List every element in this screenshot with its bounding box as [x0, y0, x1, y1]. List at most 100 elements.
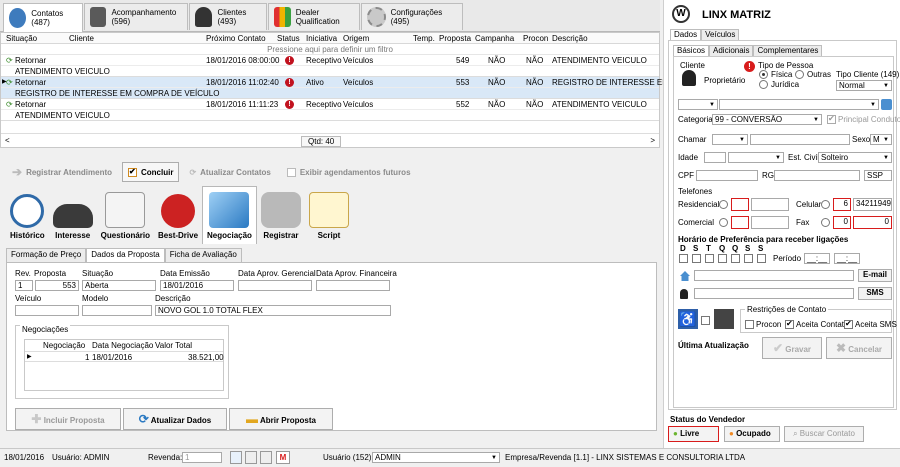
column-header[interactable]: Descrição — [552, 34, 588, 43]
filter-row[interactable]: Pressione aqui para definir um filtro — [1, 44, 659, 55]
cpf-field[interactable] — [696, 170, 758, 181]
gravar-button[interactable]: ✔ Gravar — [762, 337, 822, 359]
registrar-atendimento-button[interactable]: ➔ Registrar Atendimento — [6, 162, 118, 182]
home-icon[interactable] — [230, 451, 242, 464]
cancelar-button[interactable]: ✖ Cancelar — [826, 337, 892, 359]
emissao-field[interactable]: 18/01/2016 — [160, 280, 234, 291]
fax-number-field[interactable]: 0 — [853, 216, 892, 229]
sms-field[interactable] — [694, 288, 854, 299]
fisica-radio[interactable] — [759, 70, 768, 79]
atualizar-contatos-button[interactable]: ⟳ Atualizar Contatos — [183, 162, 276, 182]
residencial-ddd-field[interactable] — [731, 198, 749, 211]
aprov-financeira-field[interactable] — [316, 280, 390, 291]
column-header[interactable]: Procon — [523, 34, 548, 43]
sexo-select[interactable]: M — [870, 134, 892, 145]
juridica-radio[interactable] — [759, 80, 768, 89]
idade-field[interactable] — [704, 152, 726, 163]
tab-negociacao[interactable]: Negociação — [202, 186, 257, 244]
accessibility-checkbox[interactable] — [701, 316, 710, 325]
tab-configuracoes[interactable]: Configurações (495) — [361, 3, 463, 30]
column-header[interactable]: Próximo Contato — [206, 34, 266, 43]
celular-radio[interactable] — [821, 200, 830, 209]
celular-number-field[interactable]: 34211949 — [853, 198, 892, 211]
fax-ddd-field[interactable]: 0 — [833, 216, 851, 229]
tab-dados-proposta[interactable]: Dados da Proposta — [86, 248, 165, 262]
tab-historico[interactable]: Histórico — [6, 186, 49, 244]
tab-basicos[interactable]: Básicos — [673, 45, 710, 56]
celular-ddd-field[interactable]: 6 — [833, 198, 851, 211]
proposta-field[interactable]: 553 — [35, 280, 79, 291]
comercial-ddd-field[interactable] — [731, 216, 749, 229]
incluir-proposta-button[interactable]: ✚ Incluir Proposta — [15, 408, 121, 430]
day-checkbox[interactable] — [731, 254, 740, 263]
procon-checkbox[interactable] — [745, 320, 754, 329]
table-row[interactable]: ▶ ⟳ Retornar 18/01/2016 11:02:40 ! Ativo… — [1, 77, 669, 88]
abrir-proposta-button[interactable]: ▬ Abrir Proposta — [229, 408, 333, 430]
tab-clientes[interactable]: Clientes (493) — [189, 3, 267, 30]
nome-field[interactable] — [750, 134, 850, 145]
exibir-agendamentos-checkbox[interactable]: Exibir agendamentos futuros — [281, 162, 417, 182]
revenda-field[interactable]: 1 — [182, 452, 222, 463]
usuario-select[interactable]: ADMIN — [372, 452, 500, 463]
day-checkbox[interactable] — [757, 254, 766, 263]
monitor-icon[interactable] — [245, 451, 257, 464]
est-civil-select[interactable]: Solteiro — [818, 152, 892, 163]
table-row[interactable]: ⟳ Retornar 18/01/2016 11:11:23 ! Recepti… — [1, 99, 659, 110]
scroll-left-arrow[interactable]: < — [5, 136, 10, 145]
tab-registrar[interactable]: Registrar — [257, 186, 305, 244]
day-checkbox[interactable] — [679, 254, 688, 263]
client-search-select[interactable] — [719, 99, 879, 110]
column-header[interactable]: Proposta — [439, 34, 471, 43]
descricao-field[interactable]: NOVO GOL 1.0 TOTAL FLEX — [155, 305, 391, 316]
column-header[interactable]: Data Negociação — [92, 341, 153, 350]
principal-condutor-checkbox[interactable] — [827, 114, 836, 124]
categoria-select[interactable]: 99 - CONVERSÃO — [712, 114, 822, 125]
sms-button[interactable]: SMS — [858, 287, 892, 300]
residencial-radio[interactable] — [719, 200, 728, 209]
column-header[interactable]: Iniciativa — [306, 34, 337, 43]
modelo-field[interactable] — [82, 305, 152, 316]
outras-radio[interactable] — [795, 70, 804, 79]
aceita-sms-checkbox[interactable] — [844, 319, 853, 329]
comercial-number-field[interactable] — [751, 216, 789, 229]
tab-adicionais[interactable]: Adicionais — [709, 45, 754, 56]
tipo-cliente-select[interactable]: Normal — [836, 80, 892, 91]
tab-complementares[interactable]: Complementares — [753, 45, 823, 56]
mail-icon[interactable]: M — [276, 451, 290, 464]
veiculo-field[interactable] — [15, 305, 79, 316]
column-header[interactable]: Temp. — [413, 34, 435, 43]
tab-questionario[interactable]: Questionário — [97, 186, 154, 244]
tab-veiculos[interactable]: Veículos — [701, 29, 740, 40]
periodo-from-field[interactable]: __:__ — [804, 253, 830, 264]
ocupado-button[interactable]: ● Ocupado — [724, 426, 780, 442]
window-icon[interactable] — [260, 451, 272, 464]
tab-interesse[interactable]: Interesse — [49, 186, 97, 244]
column-header[interactable]: Status — [277, 34, 300, 43]
tab-contatos[interactable]: Contatos (487) — [3, 3, 83, 32]
tab-dealer-qualification[interactable]: Dealer Qualification — [268, 3, 360, 30]
data-nascimento-select[interactable] — [728, 152, 784, 163]
column-header[interactable]: Valor Total — [155, 341, 192, 350]
table-row[interactable]: ⟳ Retornar 18/01/2016 08:00:00 ! Recepti… — [1, 55, 659, 66]
column-header[interactable]: Negociação — [43, 341, 85, 350]
tab-acompanhamento[interactable]: Acompanhamento (596) — [84, 3, 188, 30]
buscar-contato-button[interactable]: ⌕ Buscar Contato — [784, 426, 864, 442]
tab-dados[interactable]: Dados — [670, 29, 702, 40]
atualizar-dados-button[interactable]: ⟳ Atualizar Dados — [123, 408, 227, 430]
day-checkbox[interactable] — [718, 254, 727, 263]
tab-best-drive[interactable]: Best-Drive — [154, 186, 202, 244]
aceita-contato-checkbox[interactable] — [785, 319, 794, 329]
periodo-to-field[interactable]: __:__ — [834, 253, 860, 264]
fax-radio[interactable] — [821, 218, 830, 227]
comercial-radio[interactable] — [719, 218, 728, 227]
rev-field[interactable]: 1 — [15, 280, 33, 291]
tab-ficha-avaliacao[interactable]: Ficha de Avaliação — [164, 248, 242, 262]
tab-formacao-preco[interactable]: Formação de Preço — [6, 248, 87, 262]
day-checkbox[interactable] — [692, 254, 701, 263]
column-header[interactable]: Origem — [343, 34, 369, 43]
livre-button[interactable]: ● Livre — [668, 426, 719, 442]
tab-script[interactable]: Script — [305, 186, 353, 244]
chamar-select[interactable] — [712, 134, 748, 145]
rg-field[interactable] — [774, 170, 860, 181]
situacao-field[interactable]: Aberta — [82, 280, 156, 291]
